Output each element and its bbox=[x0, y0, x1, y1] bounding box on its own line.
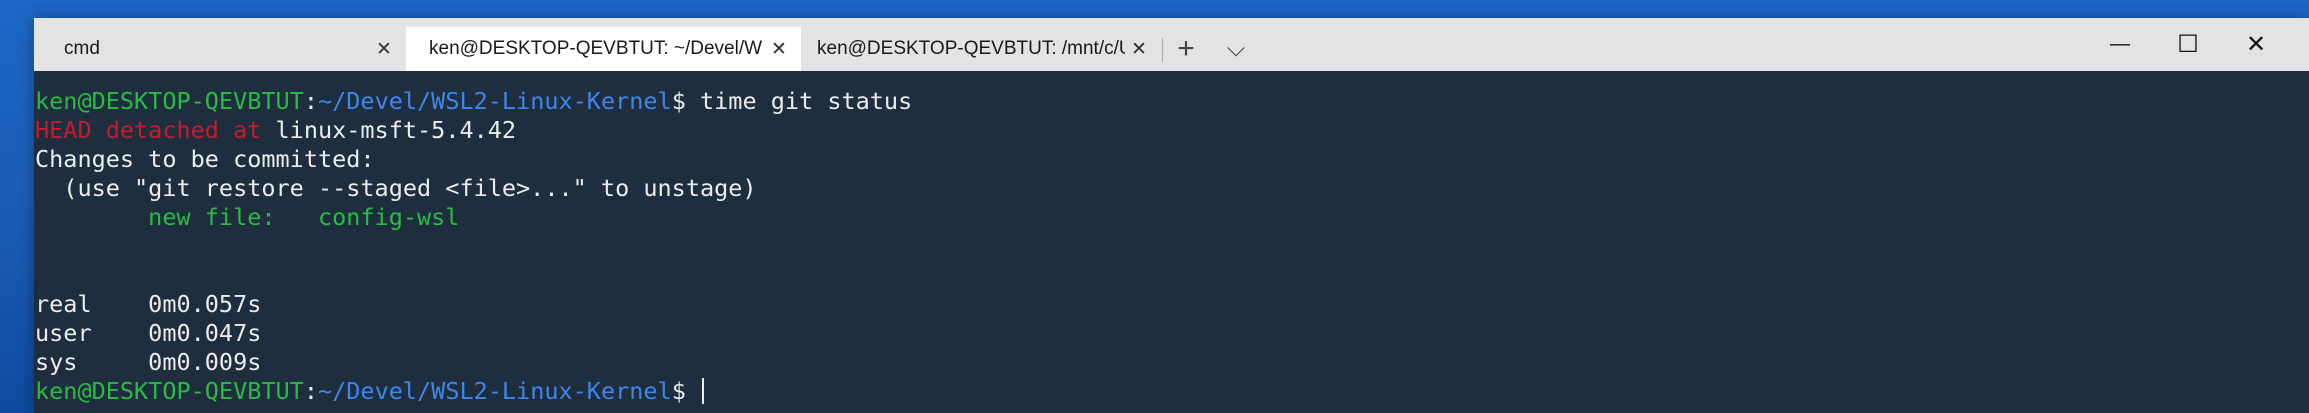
minimize-button[interactable]: — bbox=[2086, 18, 2154, 71]
changes-header: Changes to be committed: bbox=[35, 145, 375, 173]
chevron-down-icon: ⌵ bbox=[1226, 35, 1246, 62]
tab-close-icon[interactable]: ✕ bbox=[370, 35, 398, 63]
tab-cmd[interactable]: cmd ✕ bbox=[34, 27, 406, 71]
head-detached-label: HEAD detached at bbox=[35, 116, 262, 144]
tab-label: ken@DESKTOP-QEVBTUT: /mnt/c/Us bbox=[817, 38, 1125, 59]
tab-close-icon[interactable]: ✕ bbox=[765, 35, 793, 63]
close-icon: ✕ bbox=[2245, 31, 2267, 58]
tab-dropdown-button[interactable]: ⌵ bbox=[1214, 27, 1258, 71]
prompt-path: ~/Devel/WSL2-Linux-Kernel bbox=[317, 87, 672, 115]
tab-wsl-mnt[interactable]: ken@DESKTOP-QEVBTUT: /mnt/c/Us ✕ bbox=[801, 27, 1161, 71]
prompt-symbol: $ bbox=[671, 377, 700, 405]
head-detached-line: HEAD detached at linux-msft-5.4.42 bbox=[35, 116, 2309, 145]
terminal-output[interactable]: ken@DESKTOP-QEVBTUT:~/Devel/WSL2-Linux-K… bbox=[34, 71, 2309, 413]
timing-user: user 0m0.047s bbox=[35, 319, 262, 347]
timing-sys: sys 0m0.009s bbox=[35, 348, 262, 376]
title-bar[interactable]: cmd ✕ ken@DESKTOP-QEVBTUT: ~/Devel/W ✕ k… bbox=[34, 18, 2309, 71]
prompt-path: ~/Devel/WSL2-Linux-Kernel bbox=[317, 377, 672, 405]
prompt-user-host: ken@DESKTOP-QEVBTUT bbox=[35, 377, 304, 405]
prompt-symbol: $ bbox=[671, 87, 686, 115]
prompt-colon: : bbox=[303, 377, 318, 405]
staged-file-line: new file: config-wsl bbox=[35, 203, 460, 231]
restore-hint: (use "git restore --staged <file>..." to… bbox=[35, 174, 757, 202]
command-text: time git status bbox=[685, 87, 913, 115]
tab-label: cmd bbox=[64, 38, 100, 59]
plus-icon: + bbox=[1177, 32, 1195, 65]
terminal-window: cmd ✕ ken@DESKTOP-QEVBTUT: ~/Devel/W ✕ k… bbox=[34, 18, 2309, 413]
text-cursor bbox=[702, 378, 704, 404]
timing-real: real 0m0.057s bbox=[35, 290, 262, 318]
prompt-colon: : bbox=[303, 87, 318, 115]
tab-divider bbox=[1162, 38, 1163, 62]
tab-close-icon[interactable]: ✕ bbox=[1125, 35, 1153, 63]
head-ref: linux-msft-5.4.42 bbox=[261, 116, 517, 144]
prompt-line: ken@DESKTOP-QEVBTUT:~/Devel/WSL2-Linux-K… bbox=[35, 377, 2309, 406]
new-tab-button[interactable]: + bbox=[1164, 27, 1208, 71]
prompt-line: ken@DESKTOP-QEVBTUT:~/Devel/WSL2-Linux-K… bbox=[35, 87, 2309, 116]
tab-label: ken@DESKTOP-QEVBTUT: ~/Devel/W bbox=[429, 38, 763, 59]
maximize-button[interactable]: ☐ bbox=[2154, 18, 2222, 71]
minimize-icon: — bbox=[2110, 33, 2130, 55]
prompt-user-host: ken@DESKTOP-QEVBTUT bbox=[35, 87, 304, 115]
close-button[interactable]: ✕ bbox=[2222, 18, 2290, 71]
maximize-icon: ☐ bbox=[2177, 31, 2199, 58]
tab-wsl-devel[interactable]: ken@DESKTOP-QEVBTUT: ~/Devel/W ✕ bbox=[406, 27, 801, 71]
